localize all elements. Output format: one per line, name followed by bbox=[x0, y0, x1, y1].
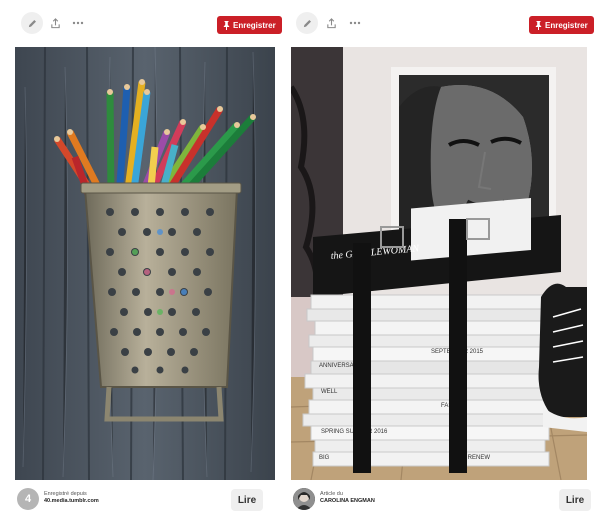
pencil-icon bbox=[28, 19, 36, 27]
read-label: Lire bbox=[237, 494, 257, 506]
pin-card-right: Enregistrer the GENTLEWOMAN 2015 ANNIVER… bbox=[289, 0, 594, 518]
more-icon bbox=[72, 21, 84, 25]
source-domain: 40.media.tumblr.com bbox=[44, 498, 99, 504]
pin-card-left: Enregistrer 4 Enregistré depuis 40.media… bbox=[13, 0, 283, 518]
save-label: Enregistrer bbox=[545, 20, 588, 30]
pin-footer: Article du CAROLINA ENGMAN Lire bbox=[289, 486, 591, 514]
grater-pencil-holder-photo bbox=[15, 47, 275, 480]
pin-footer: 4 Enregistré depuis 40.media.tumblr.com … bbox=[13, 486, 283, 514]
share-button[interactable] bbox=[320, 12, 342, 34]
edit-button[interactable] bbox=[21, 12, 43, 34]
pin-actions: Enregistrer bbox=[13, 12, 283, 36]
profile-photo-icon bbox=[293, 488, 315, 510]
pin-actions: Enregistrer bbox=[289, 12, 594, 36]
edit-button[interactable] bbox=[296, 12, 318, 34]
avatar[interactable] bbox=[293, 488, 315, 510]
spine-label: BIG bbox=[319, 455, 330, 461]
avatar[interactable]: 4 bbox=[17, 488, 39, 510]
pin-source[interactable]: Article du CAROLINA ENGMAN bbox=[320, 491, 375, 505]
share-icon bbox=[326, 17, 336, 28]
source-caption: Enregistré depuis bbox=[44, 491, 87, 497]
save-button[interactable]: Enregistrer bbox=[217, 16, 282, 34]
read-button[interactable]: Lire bbox=[231, 489, 263, 511]
more-button[interactable] bbox=[67, 12, 89, 34]
pushpin-icon bbox=[535, 20, 542, 30]
avatar-initial: 4 bbox=[24, 493, 32, 505]
save-button[interactable]: Enregistrer bbox=[529, 16, 594, 34]
pin-image[interactable]: the GENTLEWOMAN SEPTEMBER 2015 ANNIVERS bbox=[291, 47, 587, 480]
read-label: Lire bbox=[565, 494, 585, 506]
pin-image[interactable] bbox=[15, 47, 275, 480]
pushpin-icon bbox=[223, 20, 230, 30]
share-button[interactable] bbox=[44, 12, 66, 34]
spine-label: WELL bbox=[321, 389, 338, 395]
save-label: Enregistrer bbox=[233, 20, 276, 30]
read-button[interactable]: Lire bbox=[559, 489, 591, 511]
pencil-icon bbox=[303, 19, 311, 27]
book-stack-with-belts-photo: the GENTLEWOMAN SEPTEMBER 2015 ANNIVERS bbox=[291, 47, 587, 480]
pin-source[interactable]: Enregistré depuis 40.media.tumblr.com bbox=[44, 491, 99, 505]
more-icon bbox=[349, 21, 361, 25]
source-author: CAROLINA ENGMAN bbox=[320, 498, 375, 504]
more-button[interactable] bbox=[344, 12, 366, 34]
share-icon bbox=[50, 17, 60, 28]
source-caption: Article du bbox=[320, 491, 343, 497]
